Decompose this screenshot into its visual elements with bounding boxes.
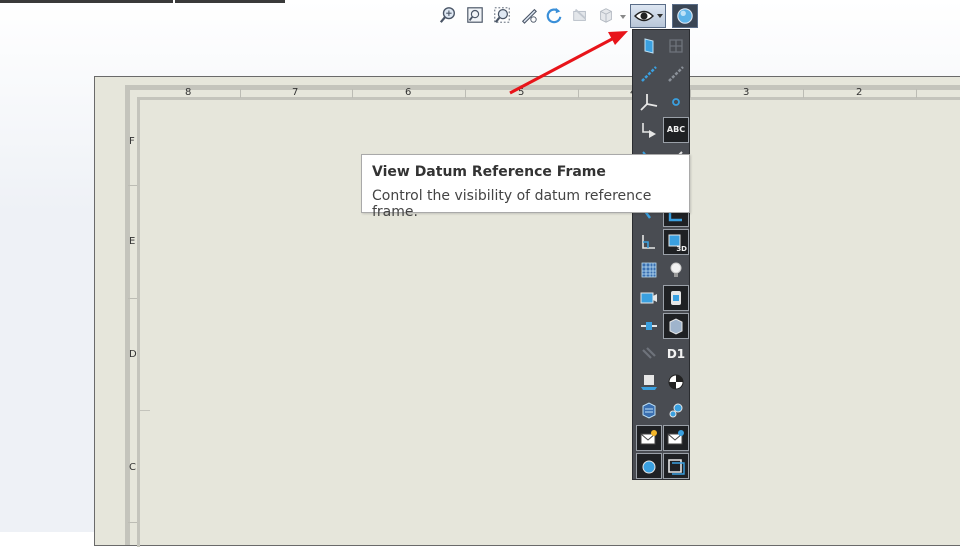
view-cosmetic-threads-button[interactable] (636, 397, 662, 423)
decal-icon (671, 291, 681, 305)
globe-icon (677, 8, 693, 24)
zoom-in-out-button[interactable] (491, 4, 513, 26)
view-mbd-notes-button[interactable] (636, 425, 662, 451)
zone-tick (240, 89, 241, 98)
eye-icon (634, 10, 654, 22)
camera-icon (640, 292, 657, 304)
tooltip-title: View Datum Reference Frame (372, 164, 606, 180)
abc-label: ABC (666, 125, 686, 134)
zone-label-top: 5 (518, 87, 525, 98)
zone-label-top: 6 (405, 87, 412, 98)
zone-tick (128, 298, 137, 299)
thread-icon (642, 402, 656, 419)
zone-label-top: 7 (292, 87, 299, 98)
chevron-down-icon[interactable] (620, 15, 626, 19)
zone-tick (916, 89, 917, 98)
view-live-sections-button[interactable] (663, 397, 689, 423)
part-icon (669, 318, 683, 335)
envelope-info-icon (667, 430, 684, 445)
view-grid-button[interactable] (636, 257, 662, 283)
3d-label: 3D (676, 245, 687, 253)
center-of-mass-icon (668, 374, 684, 390)
zone-tick (128, 185, 137, 186)
title-strip (0, 0, 285, 3)
view-bolt-connectors-button[interactable] (636, 313, 662, 339)
zone-label-left: E (129, 236, 136, 247)
view-sketches-button[interactable] (636, 229, 662, 255)
sheet-metal-icon (668, 459, 685, 475)
zone-tick (803, 89, 804, 98)
view-decals-button[interactable] (663, 285, 689, 311)
hide-show-items-flyout: ABC 3D D1 (632, 29, 690, 480)
hand-icon (642, 460, 656, 474)
zone-label-left: C (129, 462, 136, 473)
tooltip: View Datum Reference Frame Control the v… (361, 154, 690, 220)
view-points-button[interactable] (663, 89, 689, 115)
section-view-button[interactable] (569, 4, 591, 26)
view-dimension-names-button[interactable]: D1 (663, 341, 689, 367)
view-center-of-mass-button[interactable] (663, 369, 689, 395)
section-view-icon (573, 8, 587, 21)
view-sketch-surfaces-button[interactable] (636, 369, 662, 395)
view-mbd-captures-button[interactable] (663, 425, 689, 451)
grid-planes-icon (669, 39, 683, 53)
view-curves-button[interactable] (663, 61, 689, 87)
edit-appearance-button[interactable] (672, 4, 698, 28)
zoom-fit-icon (439, 7, 455, 23)
zoom-area-icon (467, 7, 483, 23)
zone-tick (128, 522, 137, 523)
coordinate-system-icon (640, 94, 658, 111)
zone-label-top: 8 (185, 87, 192, 98)
view-cameras-button[interactable] (636, 285, 662, 311)
axis-icon (641, 66, 657, 82)
view-temporary-axes-button[interactable] (636, 61, 662, 87)
zone-tick (578, 89, 579, 98)
zone-tick (690, 89, 691, 98)
view-sheet-metal-button[interactable] (663, 453, 689, 479)
zoom-to-area-button[interactable] (464, 4, 486, 26)
cube-icon (600, 8, 612, 23)
view-origins-button[interactable] (636, 117, 662, 143)
zone-label-top: 3 (743, 87, 750, 98)
zone-label-left: F (129, 136, 135, 147)
rotate-button[interactable] (543, 4, 565, 26)
hide-show-items-button[interactable] (630, 4, 666, 28)
view-planes-button[interactable] (663, 33, 689, 59)
light-bulb-icon (670, 262, 682, 277)
zoom-to-fit-button[interactable] (437, 4, 459, 26)
view-axes-button[interactable] (636, 33, 662, 59)
view-parts-button[interactable] (663, 313, 689, 339)
view-mates-button[interactable] (636, 341, 662, 367)
tooltip-description: Control the visibility of datum referenc… (372, 188, 652, 220)
d1-label: D1 (666, 347, 686, 361)
view-bend-lines-button[interactable] (636, 453, 662, 479)
pan-icon (521, 8, 537, 24)
origin-icon (642, 123, 656, 138)
title-strip-gap (173, 0, 175, 3)
plane-icon (644, 38, 654, 54)
rotate-icon (546, 7, 562, 24)
zoom-icon (494, 7, 510, 23)
chevron-down-icon[interactable] (657, 14, 663, 18)
zone-label-left: D (129, 349, 137, 360)
zone-tick (352, 89, 353, 98)
view-orientation-button[interactable] (595, 4, 617, 26)
zone-tick (465, 89, 466, 98)
curve-icon (668, 66, 684, 82)
grid-icon (641, 262, 657, 278)
connector-icon (641, 322, 657, 330)
point-icon (672, 98, 680, 106)
previous-view-button[interactable] (518, 4, 540, 26)
view-coordinate-systems-button[interactable] (636, 89, 662, 115)
view-annotations-button[interactable]: ABC (663, 117, 689, 143)
sketch-icon (642, 235, 655, 249)
envelope-star-icon (640, 430, 657, 445)
zone-label-top: 2 (856, 87, 863, 98)
mate-icon (642, 347, 656, 359)
gears-icon (669, 403, 683, 418)
surface-icon (641, 375, 657, 390)
view-lights-button[interactable] (663, 257, 689, 283)
zone-tick (137, 410, 150, 411)
view-3d-sketch-planes-button[interactable]: 3D (663, 229, 689, 255)
